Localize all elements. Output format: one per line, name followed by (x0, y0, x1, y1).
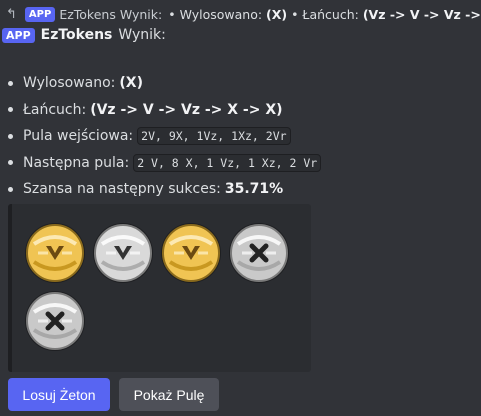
draw-token-button[interactable]: Losuj Żeton (8, 378, 110, 411)
list-item-next-pool: Następna pula: 2 V, 8 X, 1 Vz, 1 Xz, 2 V… (8, 150, 322, 177)
gold-v-token-icon[interactable] (24, 222, 86, 284)
reply-author[interactable]: EzTokens Wynik: (59, 7, 162, 22)
list-item-chain: Łańcuch: (Vz -> V -> Vz -> X -> X) (8, 97, 321, 124)
bullet-icon (8, 186, 13, 192)
gold-v-token-icon[interactable] (160, 222, 222, 284)
silver-x-token-icon[interactable] (24, 290, 86, 352)
next-pool-value: 2 V, 8 X, 1 Vz, 1 Xz, 2 Vr (133, 153, 322, 172)
app-badge: APP (24, 6, 56, 22)
reply-preview[interactable]: • Wylosowano: (X) • Łańcuch: (Vz -> V ->… (168, 7, 481, 22)
token-embed (8, 204, 311, 372)
list-item-input-pool: Pula wejściowa: 2V, 9X, 1Vz, 1Xz, 2Vr (8, 123, 321, 150)
chain-value: (Vz -> V -> Vz -> X -> X) (90, 101, 283, 118)
bullet-icon (8, 133, 13, 139)
reply-reference[interactable]: ↰ APP EzTokens Wynik: • Wylosowano: (X) … (0, 4, 481, 24)
drawn-value: (X) (119, 75, 143, 92)
bot-name[interactable]: EzTokens (41, 27, 113, 43)
show-pool-button[interactable]: Pokaż Pulę (119, 378, 219, 411)
bullet-icon (8, 80, 13, 86)
message-title: Wynik: (118, 27, 166, 43)
message-header: APP EzTokens Wynik: (0, 24, 166, 46)
bullet-icon (8, 107, 13, 113)
bullet-icon (8, 160, 13, 166)
list-item-chance: Szansa na następny sukces: 35.71% (8, 176, 321, 203)
chance-value: 35.71% (224, 181, 284, 198)
result-list: Wylosowano: (X) Łańcuch: (Vz -> V -> Vz … (8, 70, 322, 203)
list-item-drawn: Wylosowano: (X) (8, 70, 321, 97)
reply-arrow-icon: ↰ (6, 6, 17, 22)
silver-x-token-icon[interactable] (228, 222, 290, 284)
silver-v-token-icon[interactable] (92, 222, 154, 284)
input-pool-value: 2V, 9X, 1Vz, 1Xz, 2Vr (137, 127, 291, 146)
app-badge: APP (2, 27, 35, 43)
